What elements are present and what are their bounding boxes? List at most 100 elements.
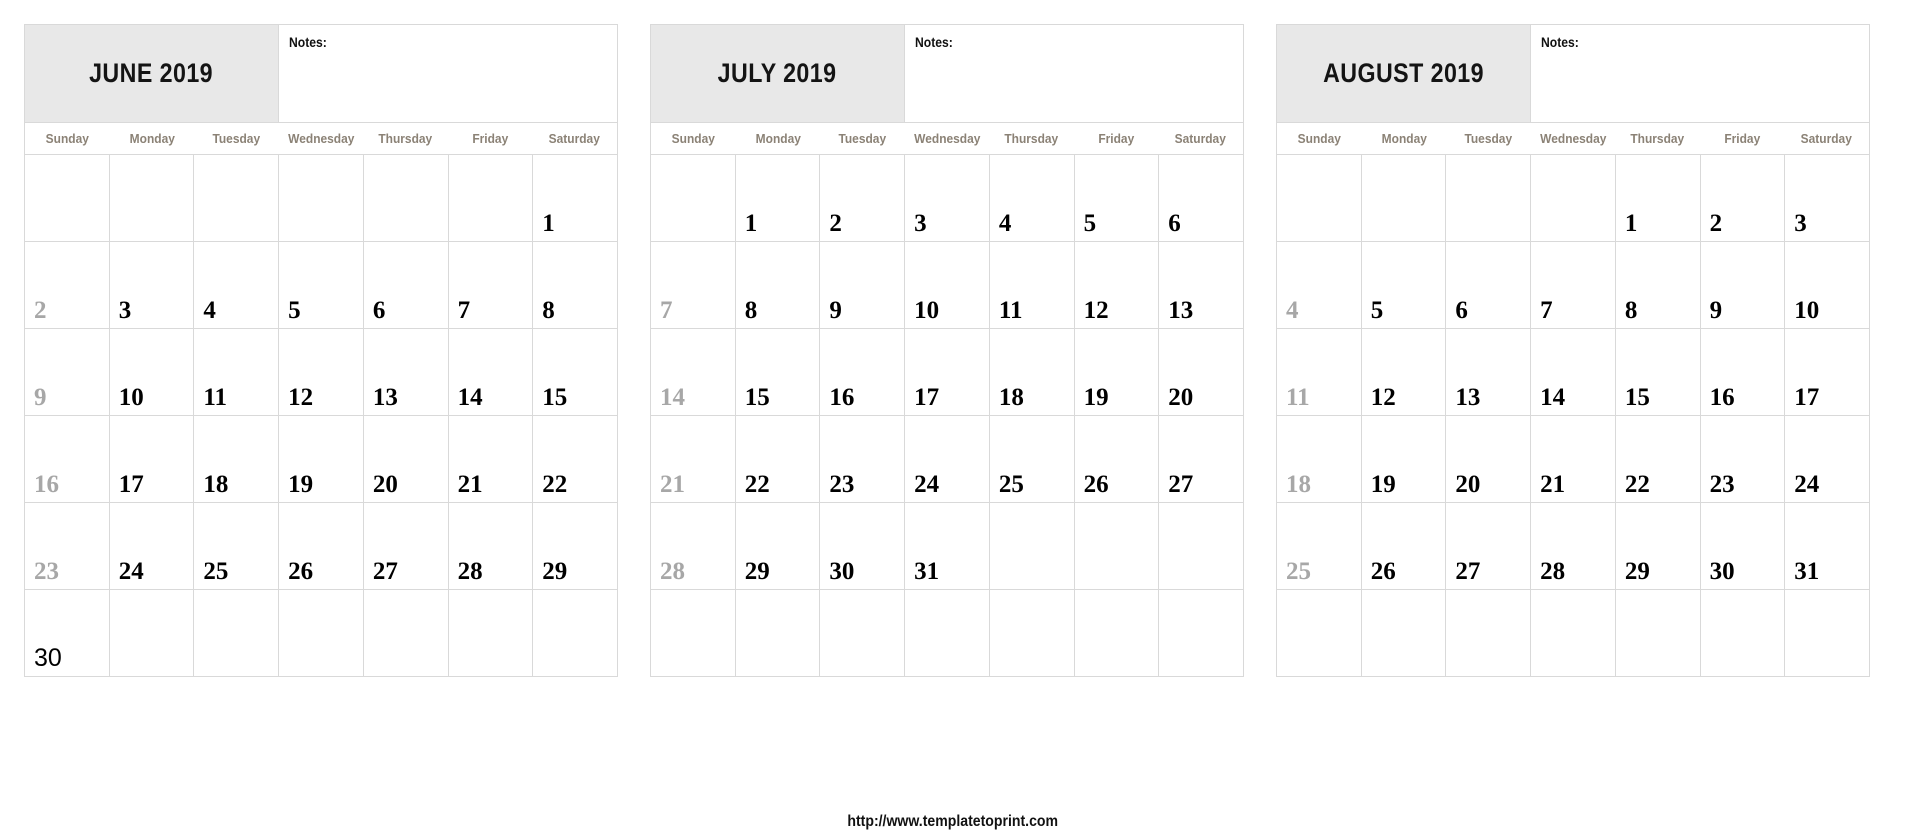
day-cell[interactable]: 7 bbox=[448, 242, 534, 329]
day-cell-empty[interactable] bbox=[1074, 503, 1160, 590]
day-cell-empty[interactable] bbox=[279, 155, 364, 242]
day-cell-empty[interactable] bbox=[363, 590, 449, 677]
day-cell[interactable]: 28 bbox=[1531, 503, 1616, 590]
day-cell[interactable]: 20 bbox=[1446, 416, 1532, 503]
day-cell[interactable]: 14 bbox=[1531, 329, 1616, 416]
day-cell[interactable]: 2 bbox=[25, 242, 110, 329]
day-cell[interactable]: 7 bbox=[1531, 242, 1616, 329]
day-cell[interactable]: 9 bbox=[25, 329, 110, 416]
day-cell-empty[interactable] bbox=[109, 590, 195, 677]
notes-box[interactable]: Notes: bbox=[1531, 25, 1869, 122]
day-cell-empty[interactable] bbox=[1785, 590, 1870, 677]
day-cell[interactable]: 9 bbox=[1700, 242, 1786, 329]
day-cell-empty[interactable] bbox=[1159, 503, 1244, 590]
day-cell[interactable]: 30 bbox=[820, 503, 906, 590]
day-cell[interactable]: 23 bbox=[25, 503, 110, 590]
day-cell-empty[interactable] bbox=[1700, 590, 1786, 677]
day-cell-empty[interactable] bbox=[448, 155, 534, 242]
day-cell[interactable]: 24 bbox=[1785, 416, 1870, 503]
day-cell[interactable]: 16 bbox=[1700, 329, 1786, 416]
day-cell-empty[interactable] bbox=[194, 155, 280, 242]
day-cell[interactable]: 6 bbox=[1446, 242, 1532, 329]
day-cell-empty[interactable] bbox=[1446, 155, 1532, 242]
notes-box[interactable]: Notes: bbox=[279, 25, 617, 122]
day-cell[interactable]: 11 bbox=[989, 242, 1075, 329]
day-cell[interactable]: 15 bbox=[735, 329, 821, 416]
day-cell[interactable]: 26 bbox=[1361, 503, 1447, 590]
day-cell[interactable]: 16 bbox=[25, 416, 110, 503]
day-cell[interactable]: 30 bbox=[1700, 503, 1786, 590]
day-cell[interactable]: 25 bbox=[1277, 503, 1362, 590]
day-cell-empty[interactable] bbox=[109, 155, 195, 242]
day-cell[interactable]: 9 bbox=[820, 242, 906, 329]
day-cell[interactable]: 15 bbox=[1615, 329, 1701, 416]
day-cell[interactable]: 5 bbox=[1361, 242, 1447, 329]
day-cell-empty[interactable] bbox=[989, 590, 1075, 677]
day-cell-empty[interactable] bbox=[363, 155, 449, 242]
day-cell-empty[interactable] bbox=[1531, 155, 1616, 242]
day-cell[interactable]: 11 bbox=[1277, 329, 1362, 416]
day-cell-empty[interactable] bbox=[989, 503, 1075, 590]
day-cell[interactable]: 29 bbox=[1615, 503, 1701, 590]
day-cell[interactable]: 10 bbox=[109, 329, 195, 416]
day-cell[interactable]: 1 bbox=[1615, 155, 1701, 242]
day-cell[interactable]: 4 bbox=[989, 155, 1075, 242]
day-cell-empty[interactable] bbox=[651, 590, 736, 677]
day-cell[interactable]: 19 bbox=[1074, 329, 1160, 416]
day-cell-empty[interactable] bbox=[279, 590, 364, 677]
notes-box[interactable]: Notes: bbox=[905, 25, 1243, 122]
day-cell[interactable]: 13 bbox=[363, 329, 449, 416]
day-cell-empty[interactable] bbox=[25, 155, 110, 242]
day-cell[interactable]: 21 bbox=[651, 416, 736, 503]
day-cell[interactable]: 8 bbox=[533, 242, 618, 329]
day-cell[interactable]: 13 bbox=[1159, 242, 1244, 329]
day-cell-empty[interactable] bbox=[1361, 590, 1447, 677]
day-cell[interactable]: 3 bbox=[109, 242, 195, 329]
day-cell-empty[interactable] bbox=[905, 590, 990, 677]
footer-website-url[interactable]: http://www.templatetoprint.com bbox=[848, 813, 1059, 831]
day-cell[interactable]: 10 bbox=[905, 242, 990, 329]
day-cell-empty[interactable] bbox=[1446, 590, 1532, 677]
day-cell-empty[interactable] bbox=[448, 590, 534, 677]
day-cell-empty[interactable] bbox=[1159, 590, 1244, 677]
day-cell[interactable]: 5 bbox=[279, 242, 364, 329]
day-cell[interactable]: 26 bbox=[279, 503, 364, 590]
day-cell[interactable]: 17 bbox=[109, 416, 195, 503]
day-cell-empty[interactable] bbox=[1615, 590, 1701, 677]
day-cell[interactable]: 1 bbox=[735, 155, 821, 242]
day-cell[interactable]: 29 bbox=[533, 503, 618, 590]
day-cell[interactable]: 12 bbox=[279, 329, 364, 416]
day-cell-empty[interactable] bbox=[1074, 590, 1160, 677]
day-cell[interactable]: 2 bbox=[1700, 155, 1786, 242]
day-cell[interactable]: 27 bbox=[1159, 416, 1244, 503]
day-cell-empty[interactable] bbox=[820, 590, 906, 677]
day-cell[interactable]: 20 bbox=[1159, 329, 1244, 416]
day-cell[interactable]: 23 bbox=[820, 416, 906, 503]
day-cell[interactable]: 8 bbox=[1615, 242, 1701, 329]
day-cell[interactable]: 17 bbox=[905, 329, 990, 416]
day-cell[interactable]: 17 bbox=[1785, 329, 1870, 416]
day-cell[interactable]: 3 bbox=[1785, 155, 1870, 242]
day-cell[interactable]: 2 bbox=[820, 155, 906, 242]
day-cell-empty[interactable] bbox=[1361, 155, 1447, 242]
day-cell[interactable]: 16 bbox=[820, 329, 906, 416]
day-cell[interactable]: 28 bbox=[651, 503, 736, 590]
day-cell[interactable]: 18 bbox=[1277, 416, 1362, 503]
day-cell[interactable]: 28 bbox=[448, 503, 534, 590]
day-cell[interactable]: 1 bbox=[533, 155, 618, 242]
day-cell[interactable]: 21 bbox=[1531, 416, 1616, 503]
day-cell[interactable]: 13 bbox=[1446, 329, 1532, 416]
day-cell[interactable]: 31 bbox=[1785, 503, 1870, 590]
day-cell[interactable]: 19 bbox=[279, 416, 364, 503]
day-cell[interactable]: 24 bbox=[905, 416, 990, 503]
day-cell[interactable]: 26 bbox=[1074, 416, 1160, 503]
day-cell[interactable]: 23 bbox=[1700, 416, 1786, 503]
day-cell[interactable]: 12 bbox=[1074, 242, 1160, 329]
day-cell[interactable]: 31 bbox=[905, 503, 990, 590]
day-cell-empty[interactable] bbox=[1531, 590, 1616, 677]
day-cell-empty[interactable] bbox=[194, 590, 280, 677]
day-cell[interactable]: 27 bbox=[363, 503, 449, 590]
day-cell[interactable]: 20 bbox=[363, 416, 449, 503]
day-cell[interactable]: 19 bbox=[1361, 416, 1447, 503]
day-cell[interactable]: 12 bbox=[1361, 329, 1447, 416]
